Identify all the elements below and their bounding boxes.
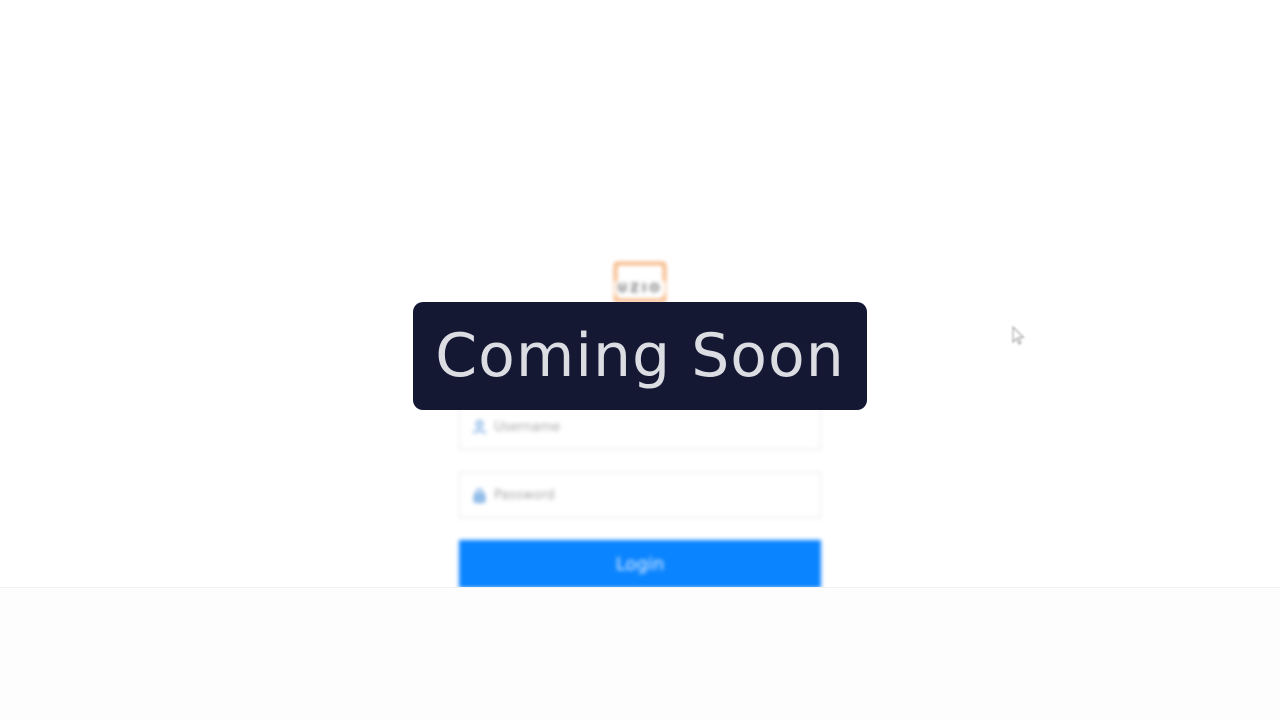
username-placeholder: Username	[494, 419, 561, 435]
uzio-logo: UZIO	[614, 262, 666, 302]
password-placeholder: Password	[494, 487, 555, 503]
mouse-cursor-icon	[1012, 325, 1026, 346]
coming-soon-banner: Coming Soon	[413, 302, 867, 410]
bottom-panel	[0, 587, 1280, 720]
lock-icon	[472, 487, 486, 503]
password-field[interactable]: Password	[459, 472, 821, 518]
logo-text: UZIO	[615, 281, 665, 295]
login-button[interactable]: Login	[459, 540, 821, 588]
login-page: UZIO Username Password Login Coming Soon	[0, 0, 1280, 720]
user-icon	[472, 419, 486, 435]
username-field[interactable]: Username	[459, 404, 821, 450]
